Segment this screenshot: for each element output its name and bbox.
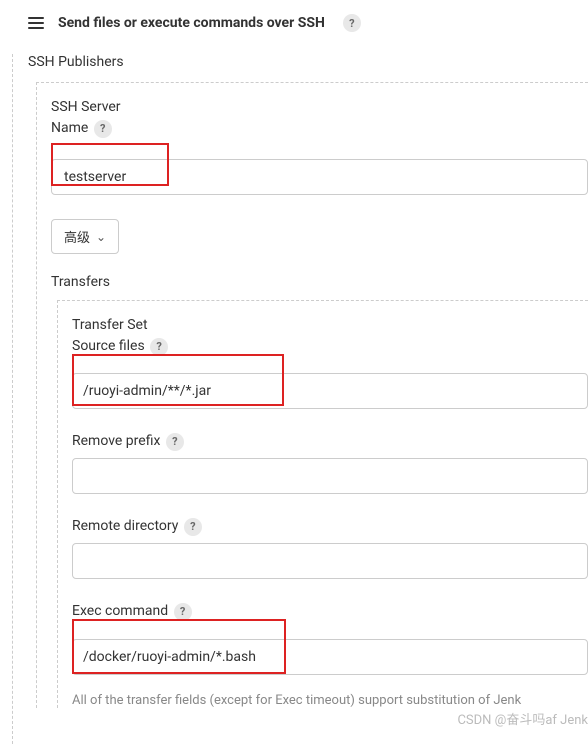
chevron-down-icon: ⌄ [96, 230, 106, 244]
exec-command-text: Exec command [72, 603, 168, 619]
section-title: Send files or execute commands over SSH [58, 15, 325, 31]
source-files-text: Source files [72, 338, 145, 354]
highlight-box [72, 619, 286, 674]
name-text: Name [51, 120, 88, 136]
help-icon[interactable]: ? [184, 518, 202, 536]
ssh-server-label: SSH Server [51, 97, 588, 118]
remove-prefix-label: Remove prefix ? [72, 431, 588, 452]
drag-region-divider [12, 54, 13, 744]
remove-prefix-text: Remove prefix [72, 433, 160, 449]
watermark: CSDN @奋斗吗af Jenk [457, 709, 588, 728]
advanced-button[interactable]: 高级 ⌄ [51, 219, 119, 254]
drag-handle-icon[interactable] [28, 17, 44, 29]
help-icon[interactable]: ? [343, 14, 361, 32]
publishers-label: SSH Publishers [0, 42, 588, 78]
remote-directory-text: Remote directory [72, 518, 178, 534]
transfers-label: Transfers [51, 274, 588, 290]
highlight-box [51, 143, 169, 186]
help-icon[interactable]: ? [94, 120, 112, 138]
ssh-publisher-group: SSH Server Name ? 高级 ⌄ Transfers Transfe… [36, 82, 588, 708]
help-icon[interactable]: ? [166, 433, 184, 451]
transfer-set-group: Transfer Set Source files ? Remove prefi… [57, 300, 588, 708]
highlight-box [72, 354, 284, 406]
footer-note: All of the transfer fields (except for E… [72, 693, 588, 708]
advanced-label: 高级 [64, 227, 90, 246]
remote-directory-label: Remote directory ? [72, 516, 588, 537]
section-header: Send files or execute commands over SSH … [0, 0, 588, 42]
remove-prefix-input[interactable] [72, 458, 588, 494]
transfer-set-label: Transfer Set [72, 315, 588, 336]
server-name-label: Name ? [51, 118, 588, 139]
remote-directory-input[interactable] [72, 543, 588, 579]
